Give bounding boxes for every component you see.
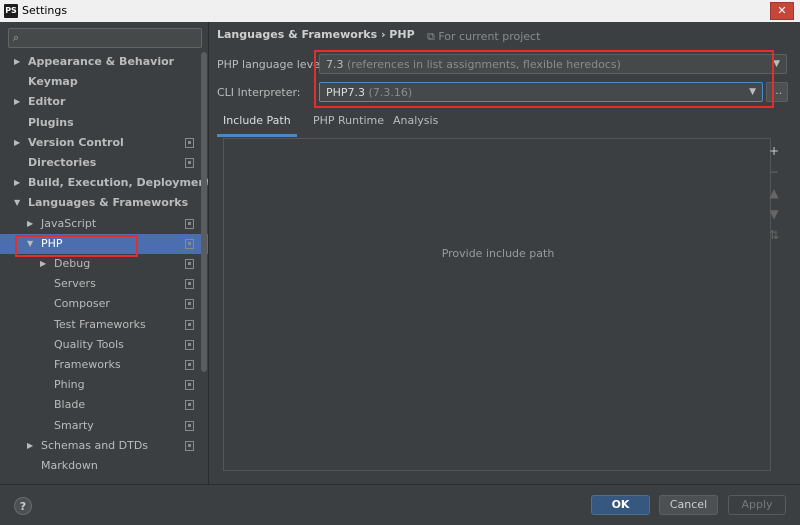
remove-icon[interactable]: − — [767, 165, 781, 179]
project-scope-icon — [185, 420, 194, 431]
project-scope-icon: ⧉ — [427, 30, 439, 43]
project-scope-icon — [185, 299, 194, 310]
project-scope-icon — [185, 137, 194, 148]
sidebar-item-label: Smarty — [54, 418, 94, 432]
project-scope-icon — [185, 279, 194, 290]
collapsed-arrow-icon[interactable]: ▶ — [14, 133, 20, 153]
sort-icon[interactable]: ⇅ — [767, 228, 781, 242]
sidebar-item-appearance-behavior[interactable]: ▶ Appearance & Behavior — [0, 52, 208, 72]
for-current-project-note: ⧉ For current project — [427, 30, 541, 43]
project-scope-icon — [185, 380, 194, 391]
sidebar-item-version-control[interactable]: ▶ Version Control — [0, 133, 208, 153]
cancel-button[interactable]: Cancel — [659, 495, 718, 515]
sidebar-item-quality-tools[interactable]: Quality Tools — [0, 335, 208, 355]
main-panel: Languages & Frameworks › PHP ⧉ For curre… — [209, 22, 800, 484]
sidebar-item-javascript[interactable]: ▶ JavaScript — [0, 214, 208, 234]
sidebar-item-phing[interactable]: Phing — [0, 375, 208, 395]
collapsed-arrow-icon[interactable]: ▶ — [14, 173, 20, 193]
sidebar-item-frameworks[interactable]: Frameworks — [0, 355, 208, 375]
sidebar-item-debug[interactable]: ▶ Debug — [0, 254, 208, 274]
project-scope-icon — [185, 319, 194, 330]
add-icon[interactable]: + — [767, 144, 781, 158]
sidebar-item-blade[interactable]: Blade — [0, 395, 208, 415]
sidebar-item-plugins[interactable]: Plugins — [0, 113, 208, 133]
sidebar-item-label: Markdown — [41, 459, 98, 472]
sidebar-item-directories[interactable]: Directories — [0, 153, 208, 173]
project-scope-icon — [185, 440, 194, 451]
php-highlight-box — [15, 235, 138, 257]
window-title: Settings — [22, 4, 68, 17]
close-window-button[interactable]: ✕ — [770, 2, 794, 20]
sidebar-item-label: Composer — [54, 297, 110, 311]
collapsed-arrow-icon[interactable]: ▶ — [27, 436, 33, 456]
project-scope-icon — [185, 218, 194, 229]
sidebar-item-label: Editor — [28, 95, 66, 109]
sidebar-item-label: Debug — [54, 257, 91, 270]
language-level-label: PHP language level: — [217, 58, 327, 71]
interpreter-highlight-box — [314, 50, 774, 108]
sidebar-item-servers[interactable]: Servers — [0, 274, 208, 294]
sidebar-item-label: Version Control — [28, 135, 124, 149]
chevron-down-icon: ▼ — [773, 59, 780, 69]
sidebar-item-label: Languages & Frameworks — [28, 196, 189, 210]
sidebar-item-label: Frameworks — [54, 358, 121, 371]
sidebar-item-label: Servers — [54, 277, 96, 291]
sidebar-item-markdown[interactable]: Markdown — [0, 456, 208, 476]
ok-button[interactable]: OK — [591, 495, 650, 515]
collapsed-arrow-icon[interactable]: ▶ — [40, 254, 46, 274]
sidebar-scrollbar[interactable] — [201, 52, 207, 372]
phpstorm-logo-icon: PS — [4, 4, 18, 18]
sidebar-item-keymap[interactable]: Keymap — [0, 72, 208, 92]
sidebar-item-build-execution-deployment[interactable]: ▶ Build, Execution, Deployment — [0, 173, 208, 193]
sidebar-item-languages-frameworks[interactable]: ▼ Languages & Frameworks — [0, 193, 208, 213]
project-scope-icon — [185, 400, 194, 411]
collapsed-arrow-icon[interactable]: ▶ — [27, 214, 33, 234]
expanded-arrow-icon[interactable]: ▼ — [14, 193, 20, 213]
project-scope-icon — [185, 238, 194, 249]
move-down-icon[interactable]: ▼ — [767, 207, 781, 221]
sidebar-item-label: Quality Tools — [54, 337, 124, 351]
sidebar-item-label: Keymap — [28, 75, 78, 89]
cli-interpreter-label: CLI Interpreter: — [217, 86, 301, 99]
project-scope-icon — [185, 158, 194, 168]
php-tabs: Include Path PHP Runtime Analysis — [217, 112, 792, 137]
search-icon: ⌕ — [13, 31, 20, 44]
sidebar-item-label: Schemas and DTDs — [41, 438, 149, 452]
sidebar-item-schemas-and-dtds[interactable]: ▶ Schemas and DTDs — [0, 436, 208, 456]
project-scope-icon — [185, 360, 194, 370]
breadcrumb: Languages & Frameworks › PHP — [217, 28, 415, 41]
sidebar-item-smarty[interactable]: Smarty — [0, 416, 208, 436]
collapsed-arrow-icon[interactable]: ▶ — [14, 92, 20, 112]
sidebar-item-label: Appearance & Behavior — [28, 55, 175, 68]
sidebar-item-composer[interactable]: Composer — [0, 294, 208, 314]
sidebar-item-label: Plugins — [28, 115, 74, 129]
tab-include-path[interactable]: Include Path — [217, 112, 297, 137]
project-scope-icon — [185, 339, 194, 350]
sidebar-item-label: Test Frameworks — [54, 317, 146, 331]
include-path-panel: Provide include path — [223, 138, 771, 471]
tab-php-runtime[interactable]: PHP Runtime — [307, 112, 390, 134]
sidebar-item-label: Blade — [54, 398, 86, 412]
collapsed-arrow-icon[interactable]: ▶ — [14, 52, 20, 72]
empty-state-text: Provide include path — [441, 247, 555, 260]
title-bar: PS Settings ✕ — [0, 0, 800, 23]
sidebar-item-editor[interactable]: ▶ Editor — [0, 92, 208, 112]
dialog-footer: ? OK Cancel Apply — [0, 484, 800, 525]
apply-button[interactable]: Apply — [728, 495, 786, 515]
sidebar-item-label: Phing — [54, 378, 85, 392]
project-scope-icon — [185, 259, 194, 269]
sidebar-item-label: Build, Execution, Deployment — [28, 176, 209, 190]
move-up-icon[interactable]: ▲ — [767, 186, 781, 200]
sidebar-item-label: Directories — [28, 156, 97, 169]
settings-search-input[interactable]: ⌕ — [8, 28, 202, 48]
help-button[interactable]: ? — [14, 497, 32, 515]
tab-analysis[interactable]: Analysis — [387, 112, 444, 134]
sidebar-item-label: JavaScript — [41, 216, 97, 230]
sidebar-item-test-frameworks[interactable]: Test Frameworks — [0, 315, 208, 335]
